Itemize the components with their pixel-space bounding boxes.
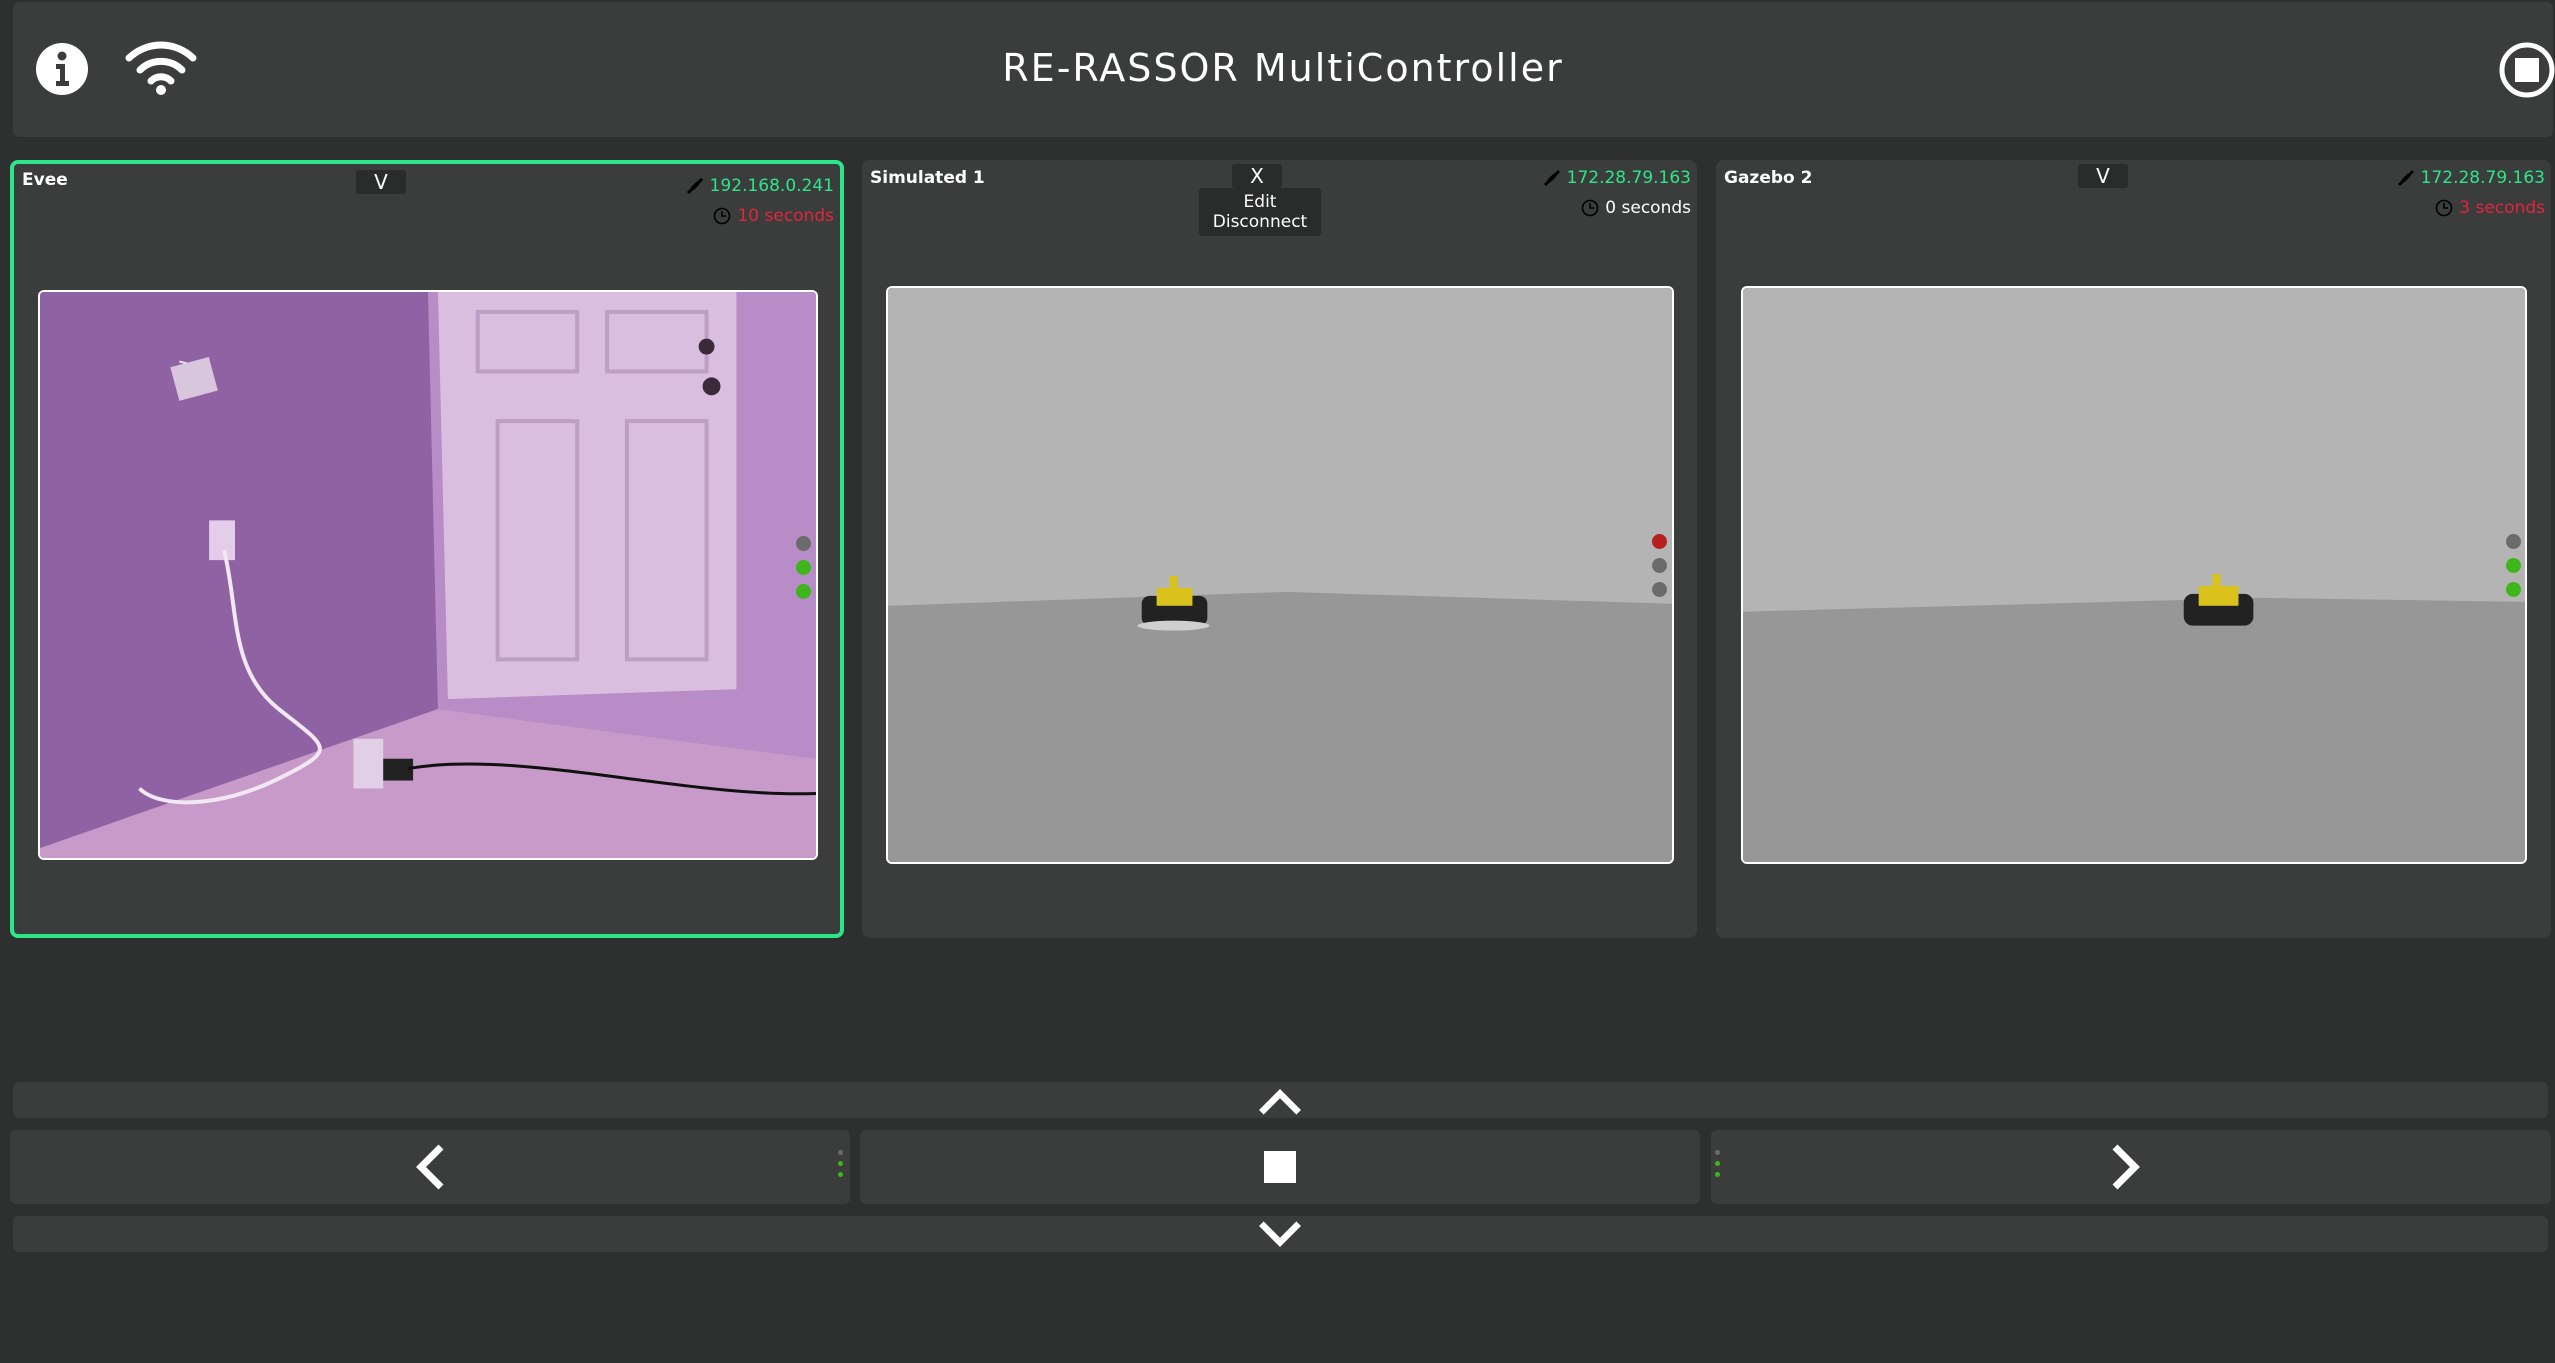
rover-latency: 0 seconds (1581, 198, 1691, 218)
status-led (796, 536, 811, 551)
rover-toggle-button[interactable]: V (356, 170, 406, 194)
stop-square-icon[interactable] (1264, 1151, 1296, 1183)
rover-close-button[interactable]: X (1232, 164, 1282, 188)
mini-led (1715, 1172, 1720, 1177)
rover-name: Simulated 1 (870, 168, 985, 188)
mini-led (1715, 1161, 1720, 1166)
rover-panel-simulated-1[interactable]: Simulated 1 X Edit Disconnect 172.28.79.… (862, 160, 1697, 938)
stop-control-bar[interactable] (860, 1130, 1700, 1204)
menu-item-edit[interactable]: Edit (1199, 192, 1321, 212)
rover-ip: 172.28.79.163 (2397, 168, 2545, 188)
rover-ip-text: 192.168.0.241 (709, 176, 834, 196)
clock-icon (2435, 199, 2453, 217)
rover-panel-gazebo-2[interactable]: Gazebo 2 V 172.28.79.163 3 seconds (1716, 160, 2551, 938)
right-status-leds (1652, 534, 1667, 597)
left-mini-leds (838, 1150, 843, 1177)
link-icon (686, 177, 703, 195)
right-status-leds (2506, 534, 2521, 597)
mini-led (838, 1172, 843, 1177)
camera-image (40, 292, 816, 858)
mini-led (1715, 1150, 1720, 1155)
chevron-down-icon[interactable] (1256, 1220, 1304, 1248)
rover-ip: 192.168.0.241 (686, 176, 834, 196)
camera-image (888, 288, 1672, 862)
status-led (1652, 582, 1667, 597)
rover-ip-text: 172.28.79.163 (2420, 168, 2545, 188)
rover-latency-text: 10 seconds (737, 206, 834, 226)
chevron-left-icon[interactable] (415, 1143, 445, 1191)
clock-icon (714, 207, 731, 225)
status-led (2506, 534, 2521, 549)
stop-icon[interactable] (2499, 42, 2555, 98)
rover-menu: Edit Disconnect (1199, 188, 1321, 236)
status-led (2506, 558, 2521, 573)
chevron-up-icon[interactable] (1256, 1088, 1304, 1116)
rover-name: Evee (22, 170, 68, 190)
camera-feed (38, 290, 818, 860)
status-led (1652, 534, 1667, 549)
right-status-leds (796, 536, 811, 599)
clock-icon (1581, 199, 1599, 217)
chevron-right-icon[interactable] (2111, 1143, 2141, 1191)
right-control-bar[interactable] (1711, 1130, 2551, 1204)
rover-ip-text: 172.28.79.163 (1566, 168, 1691, 188)
status-led (796, 584, 811, 599)
menu-item-disconnect[interactable]: Disconnect (1199, 212, 1321, 232)
rover-latency-text: 3 seconds (2459, 198, 2545, 218)
status-led (1652, 558, 1667, 573)
rover-panel-evee[interactable]: Evee V 192.168.0.241 10 seconds (10, 160, 844, 938)
backward-control-bar[interactable] (13, 1216, 2548, 1252)
app-title: RE-RASSOR MultiController (1002, 46, 1564, 90)
app-header: RE-RASSOR MultiController (13, 2, 2555, 137)
left-control-bar[interactable] (10, 1130, 850, 1204)
rover-latency-text: 0 seconds (1605, 198, 1691, 218)
rover-latency: 3 seconds (2435, 198, 2545, 218)
camera-feed (886, 286, 1674, 864)
link-icon (2397, 169, 2414, 187)
rover-name: Gazebo 2 (1724, 168, 1813, 188)
status-led (796, 560, 811, 575)
status-led (2506, 582, 2521, 597)
camera-feed (1741, 286, 2527, 864)
forward-control-bar[interactable] (13, 1082, 2548, 1118)
camera-image (1743, 288, 2525, 862)
rover-latency: 10 seconds (713, 206, 834, 226)
rover-toggle-button[interactable]: V (2078, 164, 2128, 188)
mini-led (838, 1150, 843, 1155)
rover-ip: 172.28.79.163 (1543, 168, 1691, 188)
right-mini-leds (1715, 1150, 1720, 1177)
link-icon (1543, 169, 1560, 187)
mini-led (838, 1161, 843, 1166)
